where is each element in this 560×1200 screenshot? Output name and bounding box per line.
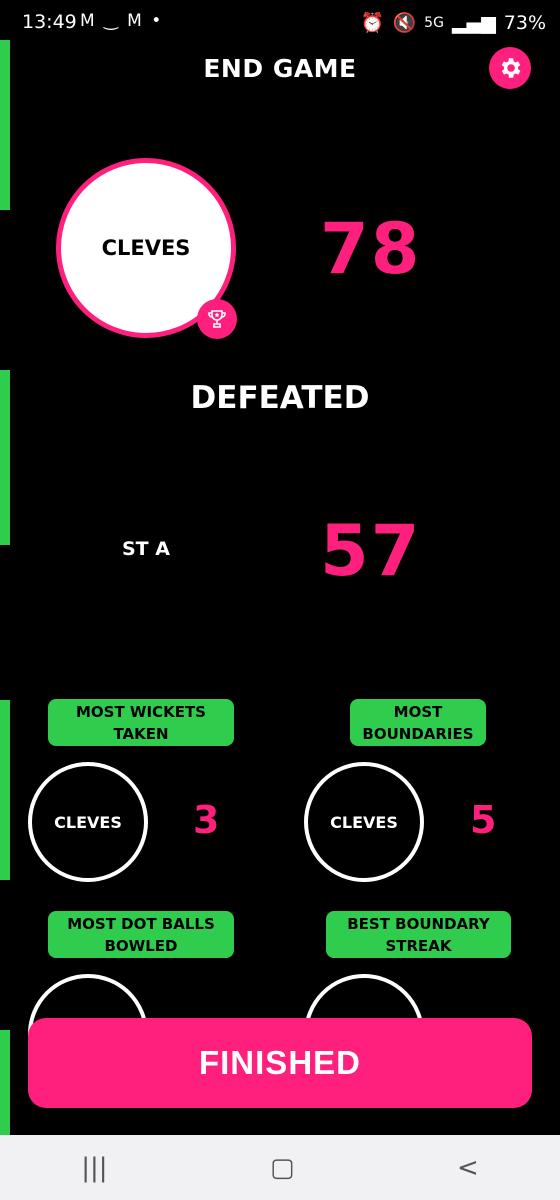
status-right: ⏰ 🔇 5G ▂▄▆ 73%: [360, 11, 546, 35]
loser-team-name: ST A: [122, 538, 170, 560]
stat-label-most-wickets: MOST WICKETS TAKEN: [48, 699, 234, 746]
mute-icon: 🔇: [392, 12, 417, 34]
decorative-stripe: [0, 1030, 10, 1135]
stat-label-most-boundaries: MOST BOUNDARIES: [350, 699, 486, 746]
stat-team-circle-most-wickets: CLEVES: [28, 762, 148, 882]
back-icon[interactable]: <: [457, 1153, 479, 1183]
winner-team-name: CLEVES: [101, 236, 191, 260]
battery-level: 73%: [503, 11, 546, 34]
trophy-badge: [197, 299, 237, 339]
stat-label-most-dot-balls: MOST DOT BALLS BOWLED: [48, 911, 234, 958]
finished-button[interactable]: FINISHED: [28, 1018, 532, 1108]
stat-team-circle-most-boundaries: CLEVES: [304, 762, 424, 882]
network-type-icon: 5G: [424, 14, 444, 31]
page-title: END GAME: [203, 54, 357, 83]
stat-team-name: CLEVES: [330, 812, 398, 832]
status-time: 13:49: [22, 11, 77, 33]
stat-team-name: CLEVES: [54, 812, 122, 832]
status-bar: 13:49 M ‿ M • ⏰ 🔇 5G ▂▄▆ 73%: [0, 0, 560, 46]
signal-icon: ▂▄▆: [451, 11, 496, 34]
home-icon[interactable]: ▢: [270, 1153, 295, 1183]
settings-gear-icon: [501, 58, 521, 78]
alarm-icon: ⏰: [360, 12, 385, 34]
system-nav-bar: ||| ▢ <: [0, 1135, 560, 1200]
stat-value-most-boundaries: 5: [470, 798, 497, 842]
recents-icon[interactable]: |||: [81, 1153, 107, 1183]
notification-icons: M ‿ M •: [80, 11, 164, 31]
trophy-icon: [208, 310, 226, 328]
winner-score: 78: [320, 208, 422, 290]
decorative-stripe: [0, 700, 10, 880]
settings-button[interactable]: [489, 47, 531, 89]
stat-value-most-wickets: 3: [193, 798, 220, 842]
loser-score: 57: [320, 510, 422, 592]
result-text: DEFEATED: [190, 380, 370, 416]
stat-label-best-boundary-streak: BEST BOUNDARY STREAK: [326, 911, 511, 958]
